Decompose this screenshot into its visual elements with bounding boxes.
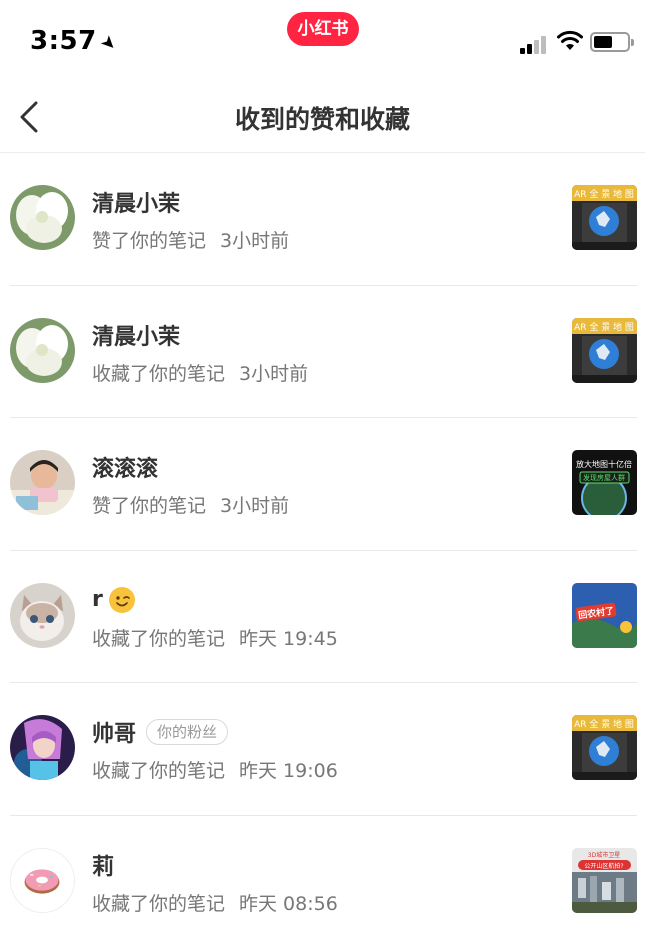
ar-earth-map-thumbnail-icon: AR 全 景 地 图 [572,185,637,250]
name-line: 滚滚滚 [92,452,158,482]
notification-list: 清晨小茉 赞了你的笔记 3小时前 AR 全 景 地 图 [0,153,645,948]
user-name[interactable]: 清晨小茉 [92,319,180,351]
game-character-avatar-icon [10,715,75,780]
name-line: 清晨小茉 [92,320,180,350]
white-flower-avatar-icon [10,185,75,250]
child-photo-avatar-icon [10,450,75,515]
cellular-signal-icon [520,34,548,54]
action-text: 收藏了你的笔记 [92,628,225,650]
notification-row[interactable]: r 收藏了你的笔记昨天 19:45 回农村了 [0,551,645,684]
ar-earth-map-thumbnail-icon: AR 全 景 地 图 [572,318,637,383]
action-text: 收藏了你的笔记 [92,363,225,385]
user-name[interactable]: 滚滚滚 [92,451,158,483]
timestamp: 3小时前 [239,363,308,385]
timestamp: 3小时前 [220,495,289,517]
thumb-caption-2: 发现房屋人群 [583,473,625,482]
timestamp: 3小时前 [220,230,289,252]
notification-row[interactable]: 清晨小茉 赞了你的笔记 3小时前 AR 全 景 地 图 [0,153,645,286]
clock-text: 3:57 [30,26,97,56]
action-text: 收藏了你的笔记 [92,760,225,782]
page-title: 收到的赞和收藏 [0,100,645,136]
note-thumbnail[interactable]: AR 全 景 地 图 [572,185,637,250]
notification-row[interactable]: 滚滚滚 赞了你的笔记 3小时前 放大地图十亿倍 发现房屋人群 [0,418,645,551]
name-line: r [92,585,135,615]
white-flower-avatar-icon [10,318,75,383]
thumb-caption: AR 全 景 地 图 [574,321,634,333]
note-thumbnail[interactable]: AR 全 景 地 图 [572,715,637,780]
cat-avatar-icon [10,583,75,648]
avatar[interactable] [10,185,75,250]
name-line: 莉 [92,850,114,880]
timestamp: 昨天 19:45 [239,628,338,650]
blue-map-thumbnail-icon: 回农村了 [572,583,637,648]
notification-row[interactable]: 帅哥 你的粉丝 收藏了你的笔记昨天 19:06 AR 全 景 地 图 [0,683,645,816]
action-text: 赞了你的笔记 [92,495,206,517]
timestamp: 昨天 19:06 [239,760,338,782]
avatar[interactable] [10,450,75,515]
wink-emoji-icon [109,587,135,613]
note-thumbnail[interactable]: 3D城市卫星 公开山区航拍? [572,848,637,913]
wifi-icon [556,30,584,52]
avatar[interactable] [10,318,75,383]
activity-line: 收藏了你的笔记昨天 19:45 [92,624,338,651]
thumb-caption: AR 全 景 地 图 [574,188,634,200]
note-thumbnail[interactable]: 放大地图十亿倍 发现房屋人群 [572,450,637,515]
city-aerial-thumbnail-icon: 3D城市卫星 公开山区航拍? [572,848,637,913]
earth-map-thumbnail-icon: 放大地图十亿倍 发现房屋人群 [572,450,637,515]
action-text: 收藏了你的笔记 [92,893,225,915]
fan-badge: 你的粉丝 [146,719,228,745]
name-line: 清晨小茉 [92,187,180,217]
location-arrow-icon: ➤ [96,31,122,57]
status-time: 3:57➤ [30,26,116,56]
notification-row[interactable]: 莉 收藏了你的笔记昨天 08:56 3D城市卫星 公开山区航拍? [0,816,645,948]
thumb-caption-2: 公开山区航拍? [584,862,623,870]
user-name[interactable]: 莉 [92,849,114,881]
timestamp: 昨天 08:56 [239,893,338,915]
avatar[interactable] [10,715,75,780]
activity-line: 赞了你的笔记 3小时前 [92,491,289,518]
user-name[interactable]: r [92,587,103,612]
name-line: 帅哥 你的粉丝 [92,717,228,747]
activity-line: 收藏了你的笔记 3小时前 [92,359,308,386]
thumb-caption: 放大地图十亿倍 [576,459,632,469]
navigation-bar: 收到的赞和收藏 [0,80,645,153]
activity-line: 赞了你的笔记 3小时前 [92,226,289,253]
user-name[interactable]: 帅哥 [92,716,136,748]
thumb-caption: AR 全 景 地 图 [574,718,634,730]
action-text: 赞了你的笔记 [92,230,206,252]
battery-icon [590,32,630,52]
note-thumbnail[interactable]: AR 全 景 地 图 [572,318,637,383]
notification-row[interactable]: 清晨小茉 收藏了你的笔记 3小时前 AR 全 景 地 图 [0,286,645,419]
activity-line: 收藏了你的笔记昨天 08:56 [92,889,338,916]
note-thumbnail[interactable]: 回农村了 [572,583,637,648]
activity-line: 收藏了你的笔记昨天 19:06 [92,756,338,783]
user-name[interactable]: 清晨小茉 [92,186,180,218]
avatar[interactable] [10,848,75,913]
thumb-caption: 3D城市卫星 [588,851,620,859]
ar-earth-map-thumbnail-icon: AR 全 景 地 图 [572,715,637,780]
app-badge: 小红书 [287,12,359,46]
status-bar: 3:57➤ 小红书 [0,0,645,80]
avatar[interactable] [10,583,75,648]
donut-avatar-icon [11,849,74,912]
